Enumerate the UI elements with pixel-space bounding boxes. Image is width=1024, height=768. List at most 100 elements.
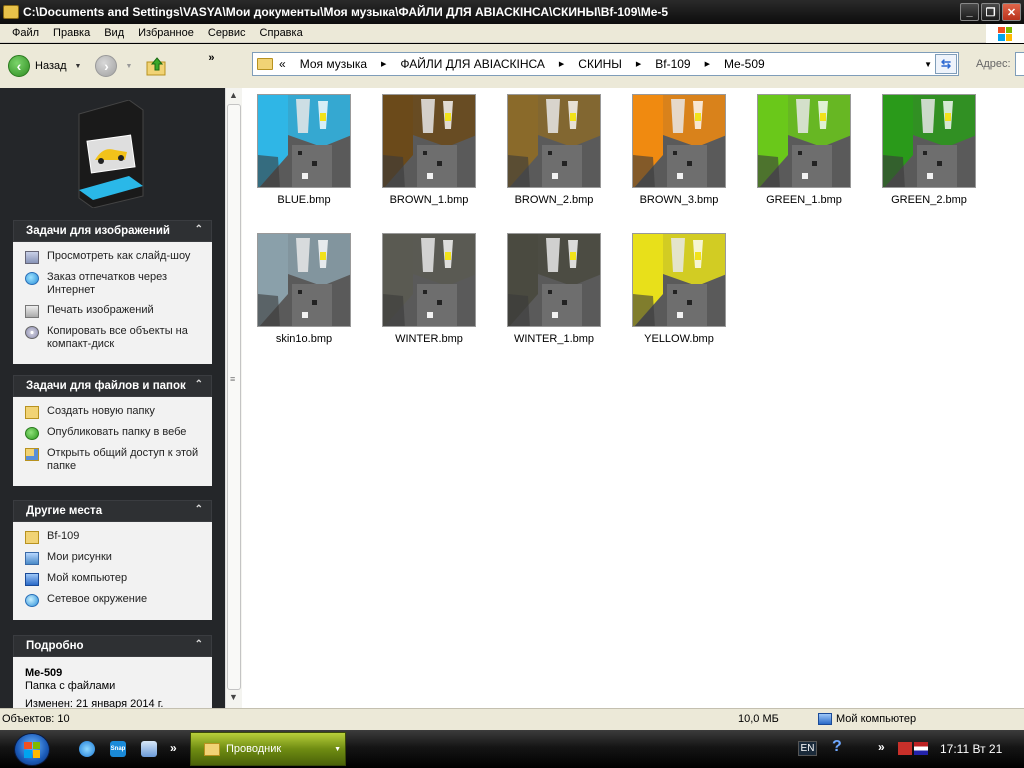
file-view[interactable]: BLUE.bmp BROWN_1.bmp BROWN_2.bmp BROWN_3.bm… xyxy=(242,88,1024,708)
image-thumbnail[interactable] xyxy=(257,94,351,188)
file-item[interactable]: GREEN_1.bmp xyxy=(752,94,877,218)
place-bf109-link[interactable]: Bf-109 xyxy=(25,530,206,544)
new-folder-link[interactable]: Создать новую папку xyxy=(25,405,206,419)
image-thumbnail[interactable] xyxy=(882,94,976,188)
breadcrumb-separator-icon[interactable]: ▶ xyxy=(636,60,641,68)
image-thumbnail[interactable] xyxy=(632,233,726,327)
copy-to-cd-link[interactable]: Копировать все объекты на компакт-диск xyxy=(25,325,206,351)
menu-tools[interactable]: Сервис xyxy=(201,27,253,39)
collapse-chevron-icon[interactable]: ⌃ xyxy=(195,379,203,390)
scroll-grip-icon: ≡ xyxy=(230,374,236,384)
collapse-chevron-icon[interactable]: ⌃ xyxy=(195,224,203,235)
file-item[interactable]: YELLOW.bmp xyxy=(627,233,752,357)
share-folder-link[interactable]: Открыть общий доступ к этой папке xyxy=(25,447,206,473)
breadcrumb-item[interactable]: Моя музыка xyxy=(300,57,367,71)
maximize-button[interactable]: ❐ xyxy=(981,3,1000,21)
language-indicator[interactable]: EN xyxy=(798,741,817,756)
tray-more-icon[interactable]: » xyxy=(878,740,885,754)
file-item[interactable]: GREEN_2.bmp xyxy=(877,94,1002,218)
printer-icon xyxy=(25,305,39,318)
toolbar-more-icon[interactable]: » xyxy=(208,52,214,64)
network-places-link[interactable]: Сетевое окружение xyxy=(25,593,206,607)
breadcrumb-separator-icon[interactable]: ▶ xyxy=(705,60,710,68)
task-dropdown-icon[interactable]: ▼ xyxy=(334,746,341,753)
panel-header[interactable]: Подробно ⌃ xyxy=(13,635,212,657)
forward-button[interactable]: › ▼ xyxy=(95,55,132,77)
flag-icon[interactable] xyxy=(914,742,928,755)
start-button[interactable] xyxy=(14,733,50,766)
snap-icon[interactable]: Snap xyxy=(110,741,126,757)
file-name[interactable]: BROWN_1.bmp xyxy=(377,194,481,206)
image-thumbnail[interactable] xyxy=(632,94,726,188)
file-item[interactable]: BROWN_1.bmp xyxy=(377,94,502,218)
file-item[interactable]: BLUE.bmp xyxy=(252,94,377,218)
panel-header[interactable]: Задачи для файлов и папок ⌃ xyxy=(13,375,212,397)
panel-header[interactable]: Задачи для изображений ⌃ xyxy=(13,220,212,242)
file-name[interactable]: BROWN_3.bmp xyxy=(627,194,731,206)
network-status-icon[interactable] xyxy=(898,742,912,755)
order-prints-link[interactable]: Заказ отпечатков через Интернет xyxy=(25,271,206,297)
publish-web-link[interactable]: Опубликовать папку в вебе xyxy=(25,426,206,440)
menu-file[interactable]: Файл xyxy=(0,27,46,39)
help-icon[interactable]: ? xyxy=(832,738,842,756)
back-dropdown-icon[interactable]: ▼ xyxy=(75,63,82,70)
address-bar[interactable]: « Моя музыка ▶ ФАЙЛИ ДЛЯ АВІАСКІНСА ▶ СК… xyxy=(252,52,959,76)
image-thumbnail[interactable] xyxy=(257,233,351,327)
scroll-up-icon[interactable]: ▲ xyxy=(229,90,238,100)
image-thumbnail[interactable] xyxy=(382,233,476,327)
my-computer-link[interactable]: Мой компьютер xyxy=(25,572,206,586)
file-name[interactable]: WINTER_1.bmp xyxy=(502,333,606,345)
breadcrumb-item[interactable]: СКИНЫ xyxy=(578,57,622,71)
menu-view[interactable]: Вид xyxy=(97,27,131,39)
scroll-thumb[interactable] xyxy=(227,104,241,690)
file-name[interactable]: YELLOW.bmp xyxy=(627,333,731,345)
image-thumbnail[interactable] xyxy=(507,233,601,327)
breadcrumb-separator-icon[interactable]: ▶ xyxy=(381,60,386,68)
network-icon[interactable] xyxy=(141,741,157,757)
breadcrumb-overflow[interactable]: « xyxy=(279,57,286,71)
close-button[interactable]: ✕ xyxy=(1002,3,1021,21)
print-images-link[interactable]: Печать изображений xyxy=(25,304,206,318)
file-item[interactable]: BROWN_3.bmp xyxy=(627,94,752,218)
quicklaunch-more-icon[interactable]: » xyxy=(170,741,177,755)
go-button[interactable]: ⇆ xyxy=(935,54,957,74)
scroll-down-icon[interactable]: ▼ xyxy=(229,692,238,702)
breadcrumb-separator-icon[interactable]: ▶ xyxy=(559,60,564,68)
task-pane-scrollbar[interactable]: ▲ ≡ ▼ xyxy=(225,88,242,708)
image-thumbnail[interactable] xyxy=(757,94,851,188)
file-name[interactable]: BLUE.bmp xyxy=(252,194,356,206)
thumbnail-grid: BLUE.bmp BROWN_1.bmp BROWN_2.bmp BROWN_3.bm… xyxy=(252,94,1002,357)
file-item[interactable]: BROWN_2.bmp xyxy=(502,94,627,218)
file-item[interactable]: WINTER.bmp xyxy=(377,233,502,357)
up-folder-button[interactable] xyxy=(146,56,168,76)
file-item[interactable]: WINTER_1.bmp xyxy=(502,233,627,357)
breadcrumb-item[interactable]: Me-509 xyxy=(724,57,765,71)
file-name[interactable]: BROWN_2.bmp xyxy=(502,194,606,206)
collapse-chevron-icon[interactable]: ⌃ xyxy=(195,504,203,515)
my-pictures-link[interactable]: Мои рисунки xyxy=(25,551,206,565)
file-item[interactable]: skin1o.bmp xyxy=(252,233,377,357)
internet-explorer-icon[interactable] xyxy=(79,741,95,757)
address-field[interactable] xyxy=(1015,52,1024,76)
image-thumbnail[interactable] xyxy=(507,94,601,188)
taskbar-explorer-button[interactable]: Проводник ▼ xyxy=(190,732,346,766)
window-title: C:\Documents and Settings\VASYA\Мои доку… xyxy=(23,5,669,19)
file-name[interactable]: GREEN_2.bmp xyxy=(877,194,981,206)
file-name[interactable]: GREEN_1.bmp xyxy=(752,194,856,206)
menu-edit[interactable]: Правка xyxy=(46,27,97,39)
clock[interactable]: 17:11 Вт 21 xyxy=(940,742,1002,756)
address-dropdown-icon[interactable]: ▼ xyxy=(924,60,932,69)
panel-header[interactable]: Другие места ⌃ xyxy=(13,500,212,522)
breadcrumb-item[interactable]: Bf-109 xyxy=(655,57,690,71)
minimize-button[interactable]: _ xyxy=(960,3,979,21)
back-button[interactable]: ‹ Назад ▼ xyxy=(8,55,81,77)
image-tasks-panel: Задачи для изображений ⌃ Просмотреть как… xyxy=(13,220,212,364)
breadcrumb-item[interactable]: ФАЙЛИ ДЛЯ АВІАСКІНСА xyxy=(400,57,544,71)
file-name[interactable]: skin1o.bmp xyxy=(252,333,356,345)
menu-favorites[interactable]: Избранное xyxy=(131,27,201,39)
menu-help[interactable]: Справка xyxy=(253,27,310,39)
image-thumbnail[interactable] xyxy=(382,94,476,188)
slideshow-link[interactable]: Просмотреть как слайд-шоу xyxy=(25,250,206,264)
file-name[interactable]: WINTER.bmp xyxy=(377,333,481,345)
collapse-chevron-icon[interactable]: ⌃ xyxy=(195,639,203,650)
